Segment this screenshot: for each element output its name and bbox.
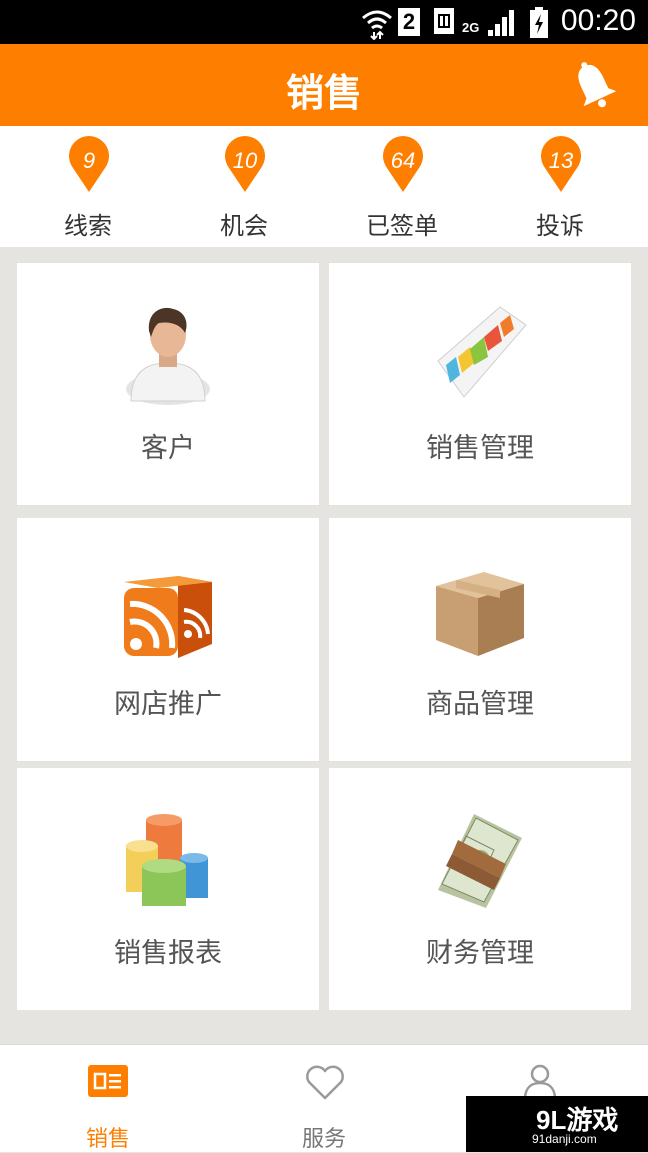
module-customer[interactable]: 客户 <box>17 263 319 505</box>
tab-service[interactable]: 服务 <box>216 1045 432 1153</box>
stat-label: 线索 <box>64 212 112 240</box>
sim-card-icon <box>434 8 454 34</box>
tab-label: 销售 <box>85 1127 130 1152</box>
sim-slot-badge: 2 <box>398 8 420 36</box>
stat-label: 投诉 <box>536 212 584 240</box>
module-sales-report[interactable]: 销售报表 <box>17 768 319 1010</box>
module-finance-management[interactable]: 财务管理 <box>329 768 631 1010</box>
stats-bar: 9 线索 10 机会 64 已签单 13 投诉 <box>0 126 648 247</box>
watermark-url: 91danji.com <box>532 1132 597 1146</box>
battery-charging-icon <box>530 7 548 38</box>
module-label: 客户 <box>141 433 195 464</box>
stat-leads[interactable]: 9 线索 <box>28 134 148 244</box>
wifi-icon <box>362 10 392 40</box>
app-header: 销售 <box>0 44 648 126</box>
stat-signed[interactable]: 64 已签单 <box>342 134 462 244</box>
rss-icon <box>124 576 212 658</box>
module-label: 销售管理 <box>426 433 534 464</box>
customer-icon <box>126 307 210 405</box>
user-icon <box>523 1064 557 1101</box>
clock: 00:20 <box>560 4 636 37</box>
module-sales-management[interactable]: 销售管理 <box>329 263 631 505</box>
stat-complaints[interactable]: 13 投诉 <box>500 134 620 244</box>
report-chart-icon <box>126 814 208 906</box>
module-label: 销售报表 <box>114 938 222 969</box>
module-online-store-promotion[interactable]: 网店推广 <box>17 518 319 761</box>
tab-sales[interactable]: 销售 <box>0 1045 216 1153</box>
heart-icon <box>306 1065 344 1100</box>
module-label: 网店推广 <box>114 689 222 720</box>
bell-icon[interactable] <box>570 58 618 114</box>
module-label: 商品管理 <box>426 689 534 720</box>
stat-count: 10 <box>232 148 258 173</box>
module-label: 财务管理 <box>426 938 534 969</box>
money-icon <box>438 814 522 908</box>
stat-count: 64 <box>390 148 416 173</box>
stat-count: 13 <box>548 148 574 173</box>
status-bar: 2 2G 00:20 <box>0 0 648 44</box>
signal-icon <box>488 10 514 36</box>
network-type: 2G <box>462 20 480 35</box>
stat-count: 9 <box>82 148 96 173</box>
stat-opportunities[interactable]: 10 机会 <box>184 134 304 244</box>
sales-tab-icon <box>88 1065 128 1097</box>
watermark: 9L游戏 91danji.com <box>466 1096 648 1152</box>
box-icon <box>436 572 524 656</box>
sales-management-icon <box>437 306 527 398</box>
stat-label: 已签单 <box>366 212 438 240</box>
tab-label: 服务 <box>301 1127 346 1152</box>
module-product-management[interactable]: 商品管理 <box>329 518 631 761</box>
stat-label: 机会 <box>220 212 268 240</box>
page-title: 销售 <box>285 71 362 115</box>
